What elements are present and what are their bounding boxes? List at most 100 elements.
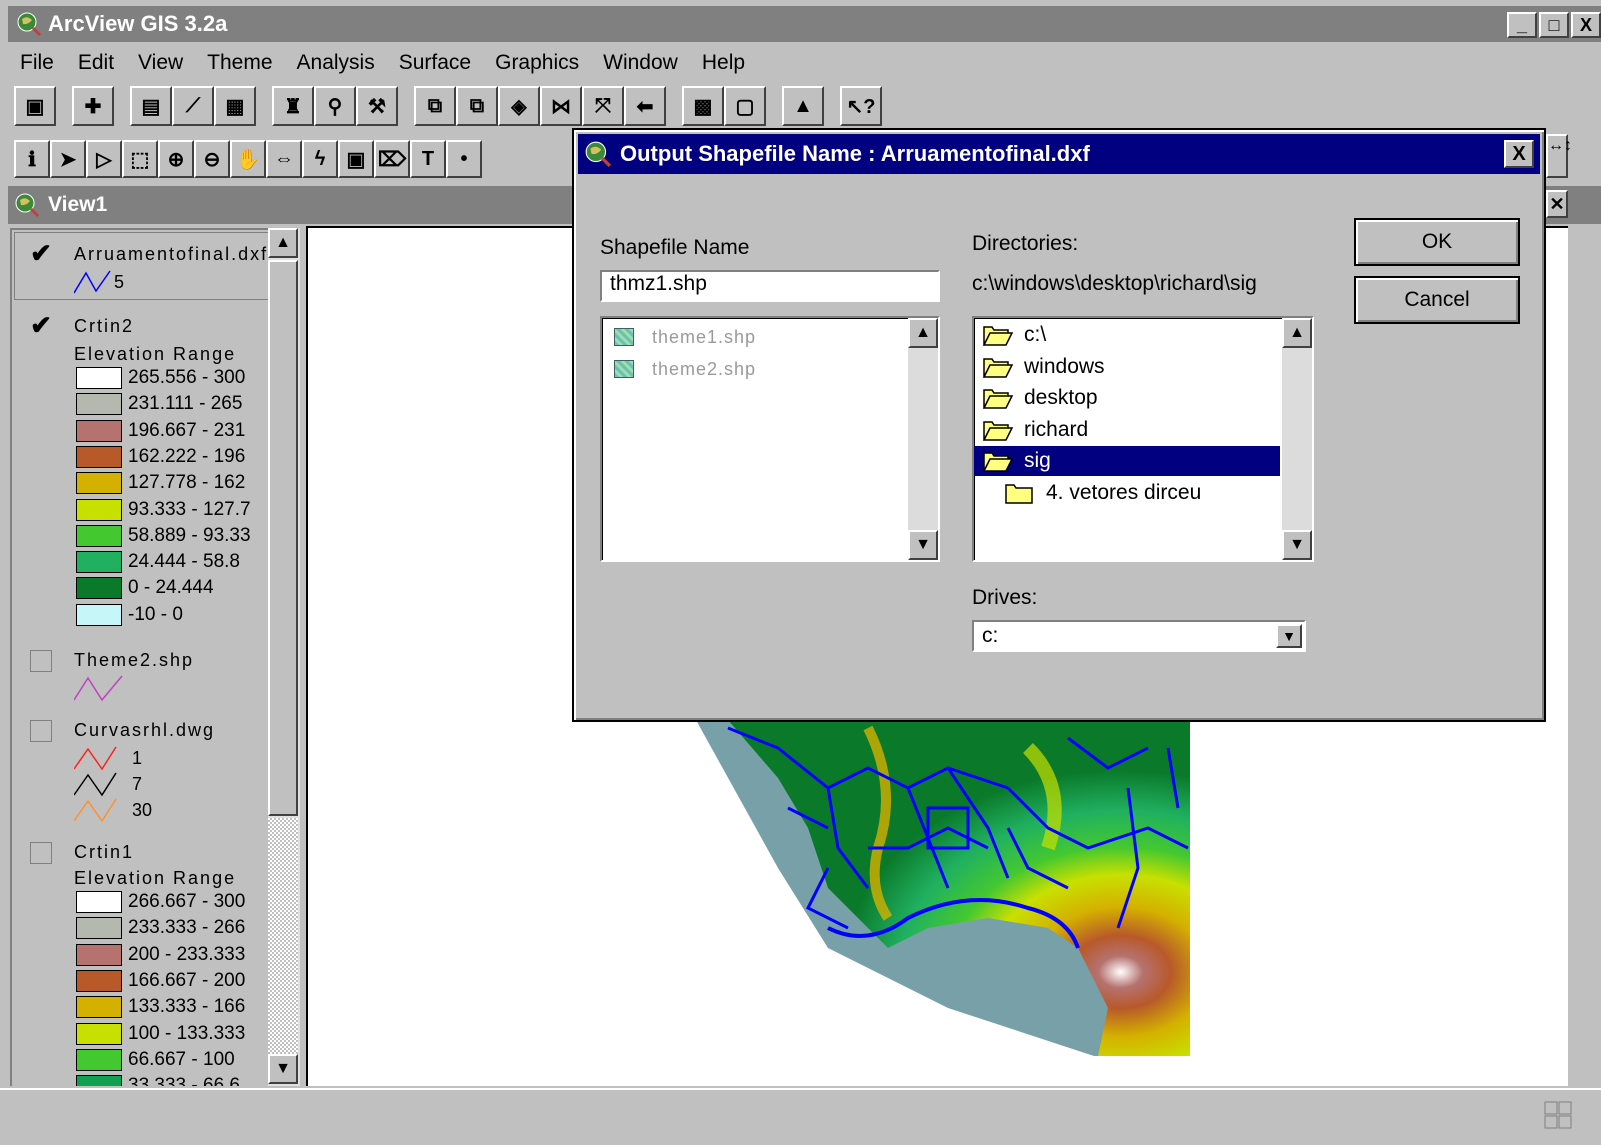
- scroll-up-button[interactable]: ▲: [908, 318, 938, 348]
- select-by-theme-button[interactable]: ▩: [682, 86, 724, 126]
- menu-help[interactable]: Help: [690, 51, 757, 75]
- menu-surface[interactable]: Surface: [387, 51, 483, 75]
- zoom-in-tool[interactable]: ⊕: [158, 140, 194, 178]
- theme-name[interactable]: Theme2.shp: [74, 650, 194, 671]
- class-range-label: 266.667 - 300: [128, 891, 246, 912]
- ok-button[interactable]: OK: [1354, 218, 1520, 266]
- theme-checkbox[interactable]: [30, 842, 52, 864]
- scroll-thumb[interactable]: [268, 260, 298, 816]
- legend-line: [74, 674, 130, 702]
- menu-bar: File Edit View Theme Analysis Surface Gr…: [8, 44, 1601, 82]
- drives-select[interactable]: c: ▼: [972, 620, 1306, 652]
- view-close-button[interactable]: ✕: [1546, 190, 1568, 218]
- directory-list[interactable]: c:\ windows desktop richard sig 4. vetores di…: [972, 316, 1314, 562]
- zoom-selected-icon: ◈: [511, 95, 527, 118]
- zoom-selected-button[interactable]: ◈: [498, 86, 540, 126]
- line-class-label: 30: [132, 799, 153, 820]
- menu-theme[interactable]: Theme: [195, 51, 284, 75]
- theme-name[interactable]: Crtin2: [74, 316, 134, 337]
- theme-name[interactable]: Curvasrhl.dwg: [74, 720, 215, 741]
- theme-checkbox[interactable]: ✔: [30, 240, 52, 266]
- text-tool[interactable]: T: [410, 140, 446, 178]
- menu-graphics[interactable]: Graphics: [483, 51, 591, 75]
- theme-checkbox[interactable]: ✔: [30, 312, 52, 338]
- open-folder-icon: [982, 420, 1014, 441]
- class-range-label: 93.333 - 127.7: [128, 498, 251, 520]
- scroll-up-button[interactable]: ▲: [1282, 318, 1312, 348]
- line-class-label: 7: [132, 773, 143, 794]
- help-button[interactable]: ↖?: [840, 86, 882, 126]
- scroll-down-button[interactable]: ▼: [1282, 530, 1312, 560]
- class-range-label: 233.333 - 266: [128, 917, 246, 939]
- identify-tool[interactable]: ℹ: [14, 140, 50, 178]
- select-feature-tool[interactable]: ⬚: [122, 140, 158, 178]
- file-item[interactable]: theme1.shp: [614, 322, 756, 352]
- directory-item[interactable]: 4. vetores dirceu: [974, 478, 1280, 508]
- save-button[interactable]: ▣: [14, 86, 56, 126]
- directory-item[interactable]: sig: [974, 446, 1280, 476]
- close-button[interactable]: X: [1571, 12, 1601, 38]
- pointer-tool[interactable]: ➤: [50, 140, 86, 178]
- open-folder-icon: [982, 326, 1014, 346]
- menu-edit[interactable]: Edit: [66, 51, 126, 75]
- draw-point-icon: •: [460, 147, 468, 170]
- menu-window[interactable]: Window: [591, 51, 690, 75]
- draw-point-tool[interactable]: •: [446, 140, 482, 178]
- label-tool[interactable]: ⌦: [374, 140, 410, 178]
- area-of-interest-tool[interactable]: ▣: [338, 140, 374, 178]
- edit-legend-button[interactable]: ⟋: [172, 86, 214, 126]
- menu-view[interactable]: View: [126, 51, 195, 75]
- zoom-out-tool[interactable]: ⊖: [194, 140, 230, 178]
- scroll-track[interactable]: [268, 818, 298, 1054]
- scroll-up-button[interactable]: ▲: [268, 228, 298, 258]
- query-builder-icon: ⚒: [368, 95, 386, 118]
- clear-selection-button[interactable]: ▢: [724, 86, 766, 126]
- directory-item[interactable]: c:\: [974, 320, 1280, 350]
- zoom-in-button[interactable]: ⋈: [540, 86, 582, 126]
- pan-tool[interactable]: ✋: [230, 140, 266, 178]
- theme-properties-button[interactable]: ▤: [130, 86, 172, 126]
- directory-list-scrollbar[interactable]: ▲ ▼: [1282, 318, 1312, 560]
- zoom-previous-button[interactable]: ⬅: [624, 86, 666, 126]
- directory-item[interactable]: windows: [974, 352, 1280, 382]
- maximize-button[interactable]: □: [1539, 12, 1569, 38]
- theme-checkbox[interactable]: [30, 720, 52, 742]
- output-shapefile-dialog: Output Shapefile Name : Arruamentofinal.…: [572, 128, 1546, 722]
- hotlink-tool[interactable]: ϟ: [302, 140, 338, 178]
- create-chart-button[interactable]: ▲: [782, 86, 824, 126]
- add-theme-button[interactable]: ✚: [72, 86, 114, 126]
- legend-class: 24.444 - 58.8: [76, 550, 240, 574]
- zoom-out-button[interactable]: ⤧: [582, 86, 624, 126]
- toc-scrollbar[interactable]: ▲ ▼: [268, 228, 300, 1086]
- shapefile-name-input[interactable]: thmz1.shp: [600, 270, 940, 302]
- directory-item[interactable]: desktop: [974, 383, 1280, 413]
- scroll-down-button[interactable]: ▼: [268, 1054, 298, 1084]
- find-button[interactable]: ♜: [272, 86, 314, 126]
- scroll-down-button[interactable]: ▼: [908, 530, 938, 560]
- file-list[interactable]: theme1.shp theme2.shp ▲ ▼: [600, 316, 940, 562]
- minimize-button[interactable]: _: [1507, 12, 1537, 38]
- resize-grip-icon[interactable]: [1543, 1100, 1573, 1130]
- class-range-label: 133.333 - 166: [128, 996, 246, 1018]
- open-table-button[interactable]: ▦: [214, 86, 256, 126]
- file-item[interactable]: theme2.shp: [614, 354, 756, 384]
- query-builder-button[interactable]: ⚒: [356, 86, 398, 126]
- locate-address-icon: ⚲: [327, 95, 343, 118]
- menu-analysis[interactable]: Analysis: [285, 51, 387, 75]
- cancel-button[interactable]: Cancel: [1354, 276, 1520, 324]
- dropdown-button[interactable]: ▼: [1276, 624, 1302, 648]
- zoom-full-extent-button[interactable]: ⧉: [414, 86, 456, 126]
- locate-address-button[interactable]: ⚲: [314, 86, 356, 126]
- zoom-active-themes-button[interactable]: ⧉: [456, 86, 498, 126]
- theme-name[interactable]: Arruamentofinal.dxf: [74, 244, 268, 265]
- dialog-close-button[interactable]: X: [1504, 140, 1534, 168]
- text-icon: T: [421, 147, 435, 170]
- menu-file[interactable]: File: [8, 51, 66, 75]
- theme-checkbox[interactable]: [30, 650, 52, 672]
- view-arrange-button[interactable]: ↔↕: [1546, 134, 1572, 178]
- vertex-edit-tool[interactable]: ▷: [86, 140, 122, 178]
- theme-name[interactable]: Crtin1: [74, 842, 134, 863]
- file-list-scrollbar[interactable]: ▲ ▼: [908, 318, 938, 560]
- measure-tool[interactable]: ⇔: [266, 140, 302, 178]
- directory-item[interactable]: richard: [974, 415, 1280, 445]
